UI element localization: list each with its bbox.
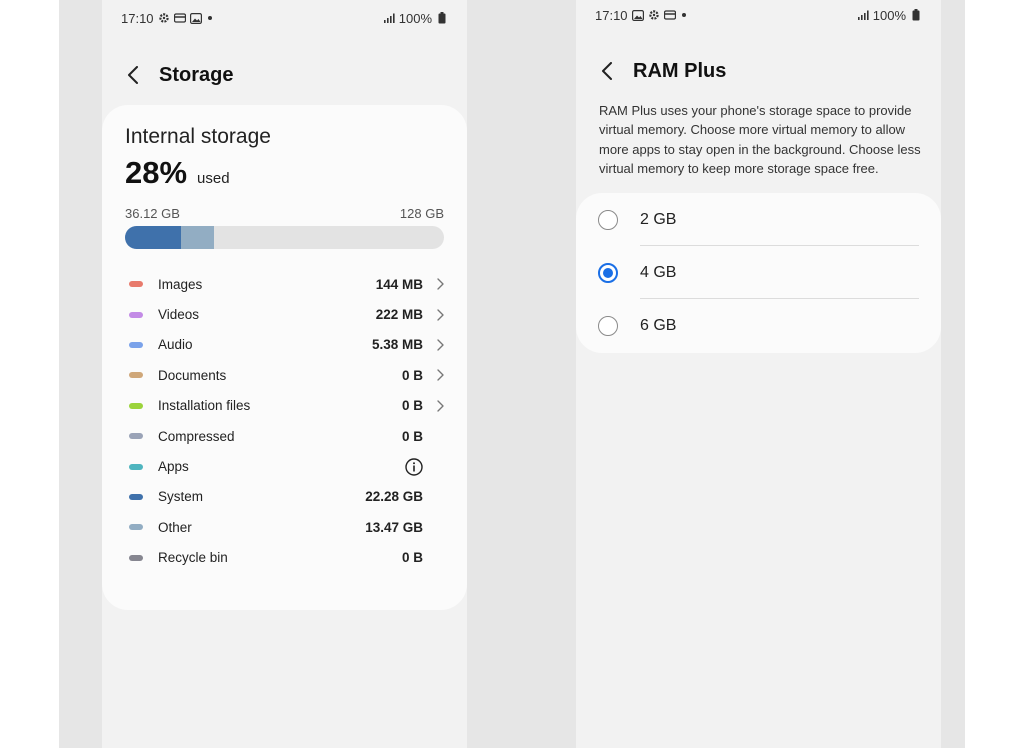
category-size: 0 B (401, 428, 423, 444)
category-color-swatch (129, 402, 143, 409)
chevron-right-icon (435, 277, 445, 291)
category-name: Documents (158, 367, 227, 383)
storage-usage-bar (125, 226, 444, 249)
category-name: Images (158, 276, 203, 292)
battery-percent: 100% (872, 7, 906, 23)
radio-button[interactable] (598, 315, 618, 336)
card-icon (173, 12, 186, 24)
category-color-swatch (129, 281, 143, 288)
ram-option-2gb[interactable]: 2 GB (576, 193, 941, 246)
chevron-right-icon (435, 338, 445, 352)
storage-topbar: Storage (121, 63, 233, 87)
info-circle-icon[interactable] (405, 457, 423, 476)
category-size: 5.38 MB (371, 337, 423, 353)
bar-segment-other (180, 226, 214, 249)
page-title: Storage (159, 63, 234, 86)
category-size: 222 MB (375, 307, 423, 323)
chevron-right-icon (435, 308, 445, 322)
category-name: Videos (158, 307, 200, 323)
chevron-right-icon (435, 399, 445, 413)
radio-button[interactable] (598, 209, 618, 230)
ram-plus-screen: 17:10 100% RAM Plus RAM Plus uses your p… (576, 0, 941, 748)
category-name: Recycle bin (158, 550, 228, 566)
status-bar: 17:10 100% (576, 0, 941, 30)
category-row-audio[interactable]: Audio 5.38 MB (125, 330, 445, 360)
internal-storage-label: Internal storage (125, 125, 271, 148)
notification-dot-icon (207, 16, 212, 20)
category-size: 0 B (401, 550, 423, 566)
category-name: Apps (158, 459, 189, 475)
category-color-swatch (129, 554, 143, 561)
ram-option-label: 2 GB (640, 210, 677, 228)
back-button[interactable] (595, 59, 619, 83)
category-color-swatch (129, 524, 143, 531)
gallery-icon (631, 9, 644, 21)
category-size: 144 MB (375, 276, 423, 292)
usage-summary: 28% used (125, 155, 230, 191)
radio-button-selected[interactable] (598, 262, 618, 283)
category-color-swatch (129, 463, 143, 470)
ram-option-list: 2 GB 4 GB 6 GB (576, 193, 941, 352)
category-color-swatch (129, 341, 143, 348)
ram-plus-topbar: RAM Plus (595, 59, 726, 83)
notification-dot-icon (681, 13, 686, 17)
ram-option-6gb[interactable]: 6 GB (576, 299, 941, 352)
ram-option-label: 4 GB (640, 263, 677, 281)
category-name: Other (158, 519, 192, 535)
status-bar: 17:10 100% (102, 3, 467, 33)
usage-percent: 28% (125, 155, 188, 190)
back-button[interactable] (121, 63, 145, 87)
signal-icon (857, 9, 869, 21)
category-color-swatch (129, 311, 143, 318)
category-row-system: System 22.28 GB (125, 482, 445, 512)
category-row-recycle-bin: Recycle bin 0 B (125, 543, 445, 573)
bar-segment-system (125, 226, 181, 249)
category-row-installation-files[interactable]: Installation files 0 B (125, 391, 445, 421)
category-row-videos[interactable]: Videos 222 MB (125, 299, 445, 329)
page-title: RAM Plus (633, 59, 727, 82)
battery-icon (910, 9, 922, 21)
chevron-left-icon (602, 62, 612, 80)
category-color-swatch (129, 433, 143, 440)
battery-icon (436, 12, 448, 24)
category-list: Images 144 MB Videos 222 MB Audio 5.38 MB Docu… (125, 269, 445, 573)
category-color-swatch (129, 372, 143, 379)
category-size: 22.28 GB (365, 489, 423, 505)
ram-option-label: 6 GB (640, 316, 677, 334)
category-name: Installation files (158, 398, 251, 414)
gallery-icon (189, 12, 202, 24)
used-amount: 36.12 GB (125, 206, 180, 221)
ram-plus-description: RAM Plus uses your phone's storage space… (599, 103, 921, 177)
category-size: 0 B (401, 398, 423, 414)
category-size: 13.47 GB (365, 519, 423, 535)
usage-suffix: used (197, 170, 230, 187)
category-color-swatch (129, 493, 143, 500)
internal-storage-card: Internal storage 28% used 36.12 GB 128 G… (102, 105, 467, 610)
category-row-documents[interactable]: Documents 0 B (125, 360, 445, 390)
category-row-compressed: Compressed 0 B (125, 421, 445, 451)
settings-gear-icon (158, 12, 170, 24)
category-row-images[interactable]: Images 144 MB (125, 269, 445, 299)
category-size: 0 B (401, 367, 423, 383)
category-name: Compressed (158, 428, 235, 444)
battery-percent: 100% (398, 10, 432, 26)
settings-gear-icon (648, 9, 660, 21)
chevron-right-icon (435, 368, 445, 382)
chevron-left-icon (128, 66, 138, 84)
category-name: Audio (158, 337, 193, 353)
signal-icon (383, 12, 395, 24)
total-capacity: 128 GB (399, 206, 444, 221)
category-row-apps: Apps (125, 451, 445, 481)
status-time: 17:10 (121, 10, 154, 26)
card-icon (663, 9, 676, 21)
category-name: System (158, 489, 204, 505)
ram-options-card: 2 GB 4 GB 6 GB (576, 193, 941, 353)
ram-option-4gb[interactable]: 4 GB (576, 246, 941, 299)
storage-screen: 17:10 100% Storage Internal storage 28% … (102, 0, 467, 748)
status-time: 17:10 (595, 7, 628, 23)
category-row-other: Other 13.47 GB (125, 512, 445, 542)
